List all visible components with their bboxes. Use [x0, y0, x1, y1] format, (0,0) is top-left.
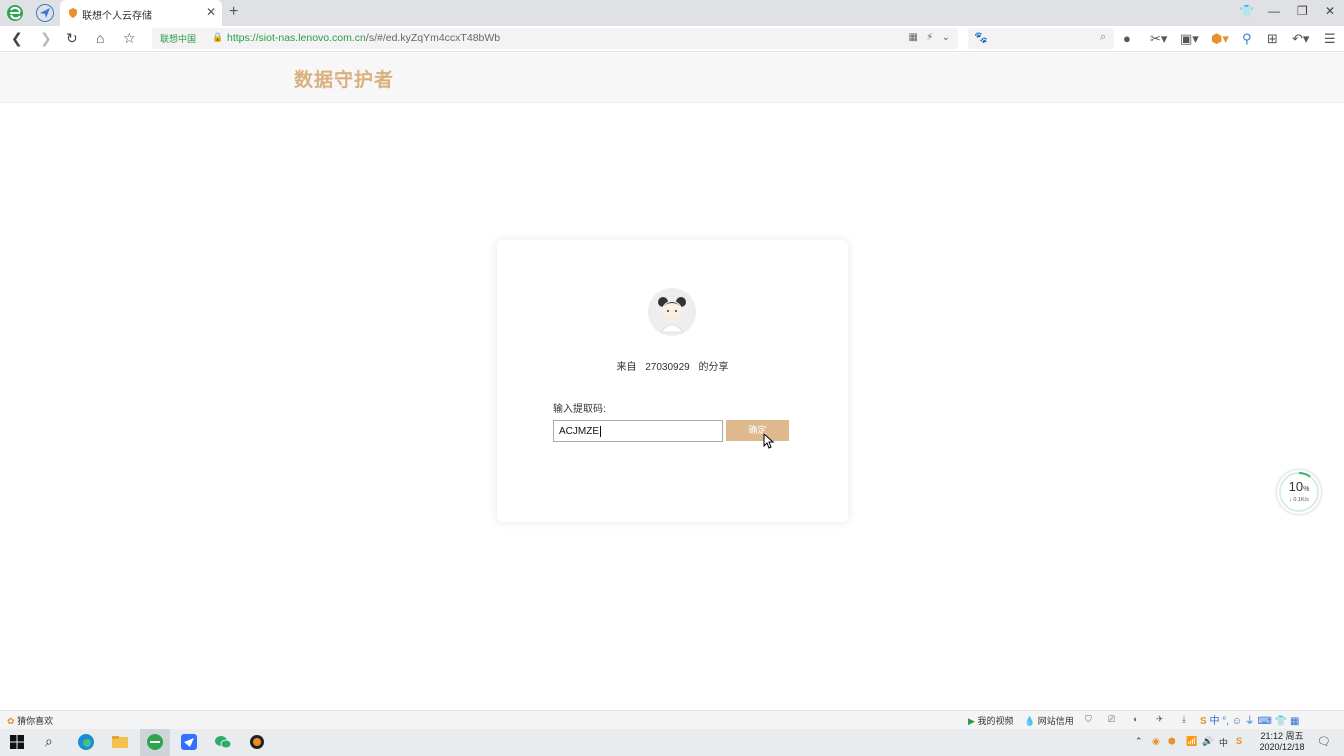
browser-toolbar: ❮ ❯ ↻ ⌂ ☆ 联想中国 🔒 https://siot-nas.lenovo… [0, 26, 1344, 52]
scissors-icon[interactable]: ✂▾ [1150, 31, 1167, 47]
shirt-icon[interactable]: 👕 [1239, 4, 1254, 18]
new-tab-icon[interactable]: + [229, 3, 238, 21]
share-from-prefix: 来自 [616, 362, 637, 373]
back-icon[interactable]: ❮ [11, 30, 23, 47]
extract-code-input[interactable]: ACJMZE [553, 420, 723, 442]
send-icon[interactable] [36, 4, 54, 22]
close-tab-icon[interactable]: ✕ [206, 5, 216, 19]
file-explorer-icon[interactable] [111, 733, 129, 751]
ime-lang[interactable]: 中 [1219, 736, 1228, 749]
mouse-cursor-icon [763, 433, 775, 449]
refresh-icon[interactable]: ↻ [66, 30, 78, 47]
download-icon[interactable]: ⤓ [1182, 714, 1186, 725]
tray-shield-icon[interactable]: ⬢ [1168, 736, 1176, 747]
wechat-icon[interactable] [214, 733, 232, 751]
game-icon[interactable]: ● [1123, 31, 1131, 46]
share-source: 来自 27030929 的分享 [497, 358, 848, 373]
volume-icon[interactable]: 🔊 [1202, 736, 1213, 747]
undo-icon[interactable]: ↶▾ [1292, 31, 1309, 47]
forward-icon[interactable]: ❯ [40, 30, 52, 47]
magnifier-icon[interactable]: ⚲ [1242, 31, 1252, 47]
baidu-paw-icon: 🐾 [974, 32, 988, 44]
tray-expand-icon[interactable]: ⌃ [1135, 736, 1143, 747]
extract-code-label: 输入提取码: [553, 404, 606, 415]
windows-taskbar: ⌕ ⌃ ◉ ⬢ 📶 🔊 中 S 21:12 周五 2020/12/18 🗨 [0, 729, 1344, 756]
notification-icon[interactable]: 🗨 [1317, 735, 1331, 748]
ime-toolbar[interactable]: S 中 °, ☺ ⏚ ⌨ 👕 ▦ [1200, 712, 1299, 729]
browser-logo-icon[interactable] [6, 4, 24, 22]
shield-tool-icon[interactable]: ⬢▾ [1211, 31, 1229, 47]
menu-icon[interactable]: ☰ [1324, 31, 1336, 47]
tab-lenovo-cloud[interactable]: 联想个人云存储 ✕ [60, 0, 222, 26]
close-window-icon[interactable]: ✕ [1325, 4, 1335, 18]
my-video-link[interactable]: ▶ 我的视频 [968, 714, 1013, 727]
shield-status-icon[interactable]: ⛉ [1085, 714, 1092, 725]
screenshot-icon[interactable]: ⎚ [1108, 714, 1115, 725]
cleaner-icon[interactable]: ◐ [1133, 714, 1138, 724]
site-credit-link[interactable]: 💧 网站信用 [1024, 714, 1074, 727]
minimize-icon[interactable]: — [1268, 4, 1280, 18]
address-actions[interactable]: ▦ ⚡ ⌄ [908, 32, 950, 43]
browser-tab-bar: 联想个人云存储 ✕ + 👕 — ❐ ✕ [0, 0, 1344, 26]
feishu-icon[interactable] [180, 733, 198, 751]
cert-label: 联想中国 [160, 34, 197, 44]
gauge-speed: ↓ 0.1K/s [1289, 497, 1309, 503]
wifi-icon[interactable]: 📶 [1186, 736, 1197, 747]
page-header: 数据守护者 [0, 53, 1344, 103]
url-text[interactable]: https://siot-nas.lenovo.com.cn/s/#/ed.ky… [227, 32, 500, 44]
recorder-icon[interactable] [248, 733, 266, 751]
translate-icon[interactable]: ▣▾ [1180, 31, 1199, 47]
network-speed-gauge[interactable]: 10% ↓ 0.1K/s [1277, 470, 1321, 514]
brand-logo[interactable]: 数据守护者 [294, 65, 394, 92]
share-card: 来自 27030929 的分享 输入提取码: ACJMZE 确定 [497, 240, 848, 522]
search-taskbar-icon[interactable]: ⌕ [45, 733, 63, 751]
address-bar[interactable]: 联想中国 🔒 https://siot-nas.lenovo.com.cn/s/… [152, 28, 958, 49]
video-icon: ▶ [968, 716, 975, 726]
credit-icon: 💧 [1024, 716, 1036, 726]
shield-icon [69, 8, 77, 18]
lock-icon: 🔒 [212, 32, 224, 42]
search-input[interactable]: 🐾 ⌕ [968, 28, 1114, 49]
star-icon[interactable]: ☆ [123, 30, 136, 47]
browser-status-bar: ✿ 猜你喜欢 ▶ 我的视频 💧 网站信用 ⛉ ⎚ ◐ ✈ ⤓ S 中 °, ☺ … [0, 710, 1344, 729]
gauge-percent: 10% [1288, 479, 1310, 494]
rocket-icon[interactable]: ✈ [1156, 714, 1164, 725]
recommend-link[interactable]: ✿ 猜你喜欢 [7, 714, 53, 727]
browser-task-icon[interactable] [146, 733, 164, 751]
avatar [648, 288, 696, 336]
edge-icon[interactable] [77, 733, 95, 751]
sogou-tray-icon[interactable]: S [1236, 736, 1242, 746]
recommend-icon: ✿ [7, 716, 15, 726]
share-from-suffix: 的分享 [698, 362, 729, 373]
sogou-logo-icon: S [1200, 716, 1207, 727]
confirm-button[interactable]: 确定 [726, 420, 789, 441]
restore-icon[interactable]: ❐ [1297, 4, 1308, 18]
tray-app-icon[interactable]: ◉ [1152, 736, 1160, 747]
tab-title: 联想个人云存储 [82, 11, 152, 22]
share-user-id: 27030929 [645, 362, 690, 373]
home-icon[interactable]: ⌂ [96, 30, 104, 46]
search-icon[interactable]: ⌕ [1100, 31, 1106, 44]
apps-icon[interactable]: ⊞ [1267, 31, 1278, 47]
system-clock[interactable]: 21:12 周五 2020/12/18 [1252, 731, 1312, 753]
windows-start-icon[interactable] [8, 733, 26, 751]
